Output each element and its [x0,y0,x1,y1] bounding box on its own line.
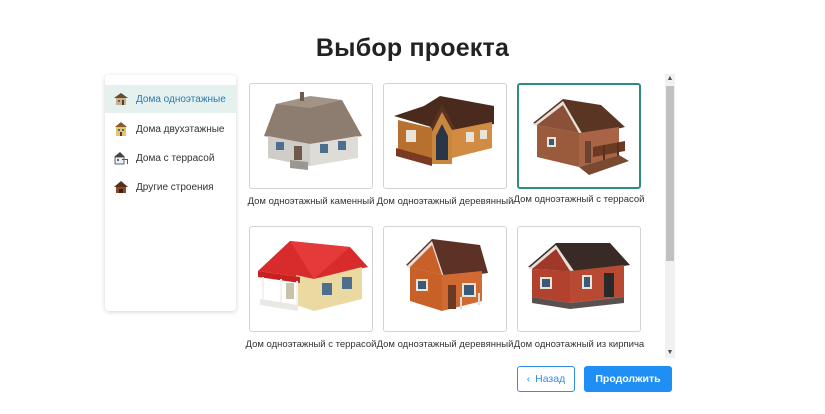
project-caption: Дом одноэтажный с террасой [513,194,645,205]
house-brick-image [528,243,630,309]
project-card[interactable] [517,226,641,332]
house-red-roof-image [258,241,368,311]
project-caption: Дом одноэтажный деревянный [376,196,514,207]
other-building-icon [114,181,128,193]
project-caption: Дом одноэтажный из кирпича [513,339,645,350]
scroll-up-arrow-icon[interactable]: ▲ [666,75,674,83]
sidebar-item-terrace[interactable]: Дома с террасой [105,144,236,172]
back-button-label: Назад [535,373,566,385]
continue-button[interactable]: Продолжить [584,366,672,392]
project-caption: Дом одноэтажный каменный [247,196,375,207]
back-button[interactable]: ‹ Назад [517,366,575,392]
sidebar-item-label: Другие строения [136,181,214,193]
page-title: Выбор проекта [315,34,510,62]
house-one-story-icon [114,93,128,105]
house-two-story-icon [115,122,127,136]
house-wooden-orange-image [406,239,488,311]
house-terrace-image [533,99,629,175]
scrollbar-thumb[interactable] [666,86,674,261]
sidebar-item-label: Дома двухэтажные [136,123,225,135]
project-card[interactable] [517,83,641,189]
chevron-left-icon: ‹ [526,373,531,385]
project-caption: Дом одноэтажный деревянный [376,339,514,350]
house-terrace-icon [114,152,128,165]
house-stone-image [264,92,362,170]
project-grid: Дом одноэтажный каменный Дом одноэтажный… [244,80,664,355]
scroll-down-arrow-icon[interactable]: ▼ [666,349,674,357]
sidebar-item-label: Дома одноэтажные [136,93,226,105]
grid-scrollbar[interactable]: ▲ ▼ [665,74,675,358]
category-sidebar: Дома одноэтажные Дома двухэтажные Дома с… [105,75,236,311]
project-card[interactable] [383,226,507,332]
sidebar-item-other[interactable]: Другие строения [105,173,236,201]
sidebar-item-two-story[interactable]: Дома двухэтажные [105,115,236,143]
project-caption: Дом одноэтажный с террасой [245,339,377,350]
sidebar-item-label: Дома с террасой [136,152,215,164]
house-wooden-image [394,96,494,166]
sidebar-item-one-story[interactable]: Дома одноэтажные [105,85,236,113]
project-card[interactable] [249,83,373,189]
project-card[interactable] [249,226,373,332]
project-card[interactable] [383,83,507,189]
